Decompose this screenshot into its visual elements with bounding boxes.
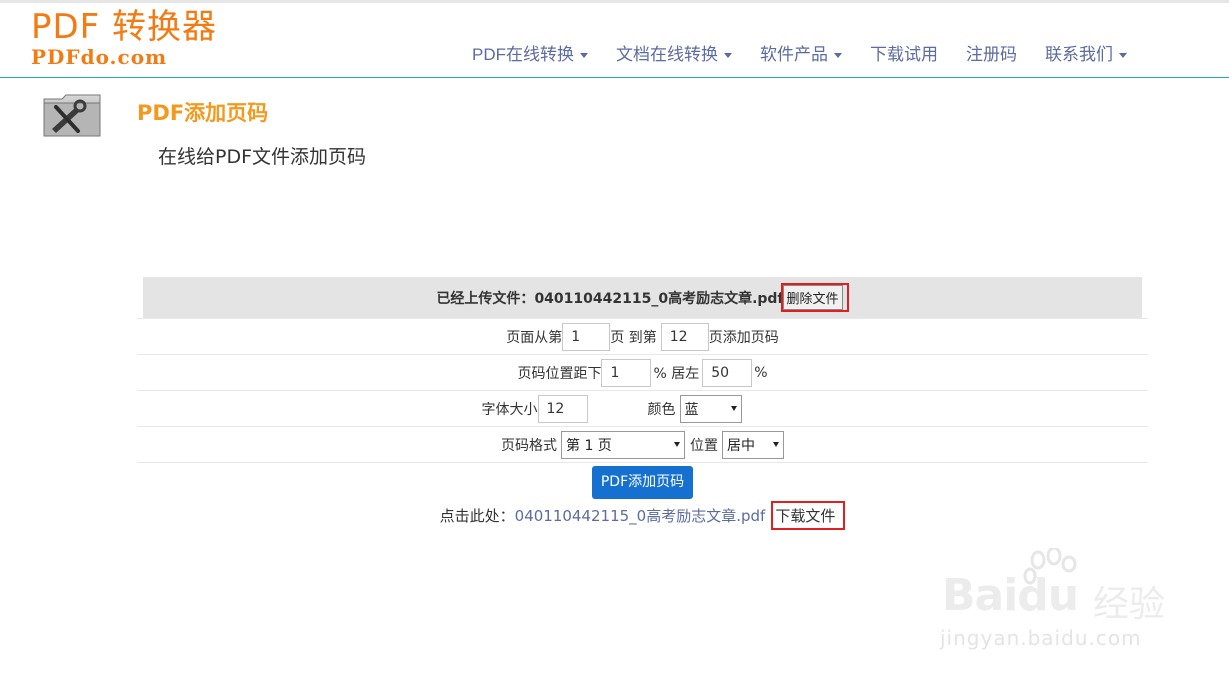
- page-range-row: 页面从第 页 到第 页添加页码: [137, 318, 1148, 354]
- main-nav: PDF在线转换 文档在线转换 软件产品 下载试用 注册码 联系我们: [458, 43, 1141, 67]
- nav-doc-online[interactable]: 文档在线转换: [602, 43, 746, 67]
- watermark-brand: Baidu: [942, 570, 1079, 621]
- nav-download-trial[interactable]: 下载试用: [856, 43, 952, 67]
- page-subtitle: 在线给PDF文件添加页码: [158, 146, 367, 168]
- format-select[interactable]: 第 1 页: [561, 430, 685, 459]
- dropdown-arrow-icon: [773, 442, 779, 447]
- caret-down-icon: [834, 52, 842, 58]
- nav-pdf-online[interactable]: PDF在线转换: [458, 43, 602, 67]
- logo-domain: PDFdo.com: [31, 45, 168, 69]
- site-logo[interactable]: PDF 转换器 PDFdo.com: [31, 7, 231, 71]
- uploaded-label: 已经上传文件：: [436, 290, 535, 307]
- font-size-input[interactable]: [537, 394, 588, 423]
- position-row: 页码位置距下 % 居左 %: [137, 354, 1148, 390]
- nav-register-code[interactable]: 注册码: [952, 43, 1031, 67]
- watermark-brand-cn: 经验: [1093, 584, 1166, 625]
- nav-software[interactable]: 软件产品: [746, 43, 856, 67]
- logo-title: PDF 转换器: [31, 7, 218, 47]
- dropdown-arrow-icon: [674, 442, 680, 447]
- caret-down-icon: [580, 52, 588, 58]
- site-header: PDF 转换器 PDFdo.com PDF在线转换 文档在线转换 软件产品 下载…: [0, 3, 1229, 78]
- delete-file-button[interactable]: 删除文件: [782, 285, 843, 310]
- color-select[interactable]: 蓝: [679, 394, 742, 423]
- format-row: 页码格式 第 1 页 位置 居中: [137, 426, 1148, 462]
- tools-folder-icon: [43, 94, 101, 137]
- caret-down-icon: [1119, 52, 1127, 58]
- baidu-watermark: Baidu 经验 jingyan.baidu.com: [940, 548, 1170, 658]
- download-row: 点击此处： 040110442115_0高考励志文章.pdf 下载文件: [137, 501, 1148, 530]
- position-select[interactable]: 居中: [722, 430, 784, 459]
- download-file-link[interactable]: 下载文件: [771, 501, 846, 530]
- uploaded-file-bar: 已经上传文件： 040110442115_0高考励志文章.pdf 删除文件: [143, 277, 1142, 318]
- delete-highlight: 删除文件: [780, 283, 849, 312]
- bottom-margin-input[interactable]: [601, 358, 652, 387]
- download-filename-link[interactable]: 040110442115_0高考励志文章.pdf: [515, 505, 766, 526]
- page-title: PDF添加页码: [137, 101, 269, 125]
- page-number-form: 已经上传文件： 040110442115_0高考励志文章.pdf 删除文件 页面…: [137, 277, 1148, 530]
- watermark-url: jingyan.baidu.com: [940, 626, 1142, 650]
- page-from-input[interactable]: [562, 322, 611, 351]
- font-row: 字体大小 颜色 蓝: [137, 390, 1148, 426]
- caret-down-icon: [724, 52, 732, 58]
- dropdown-arrow-icon: [730, 406, 737, 411]
- nav-contact[interactable]: 联系我们: [1031, 43, 1141, 67]
- left-offset-input[interactable]: [702, 358, 753, 387]
- submit-row: PDF添加页码: [137, 462, 1148, 499]
- add-page-number-button[interactable]: PDF添加页码: [591, 466, 694, 499]
- uploaded-filename: 040110442115_0高考励志文章.pdf: [534, 290, 784, 307]
- page-to-input[interactable]: [660, 322, 709, 351]
